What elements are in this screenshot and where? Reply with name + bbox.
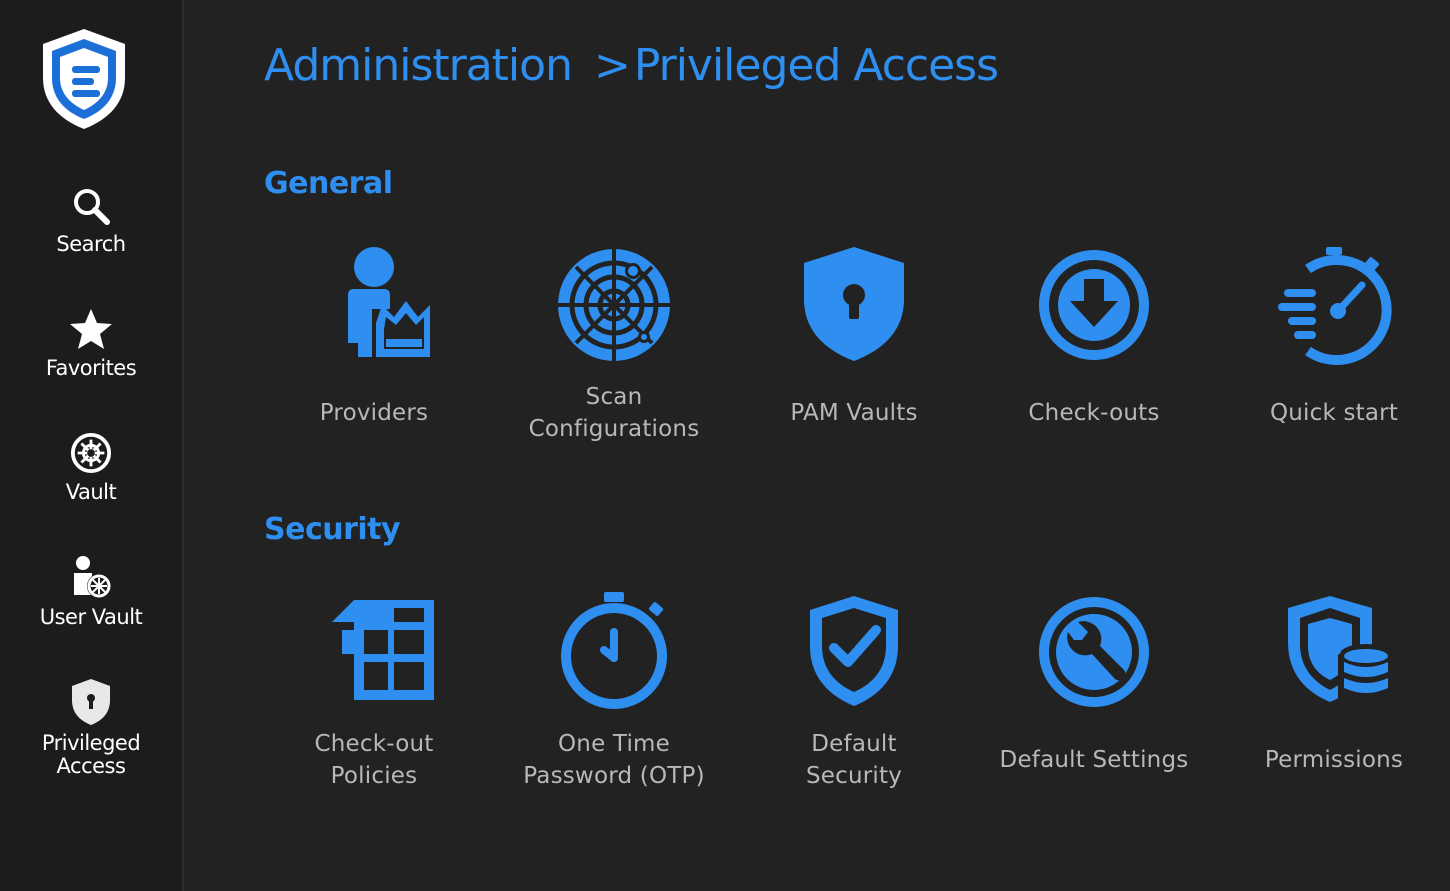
sidebar: Search Favorites Vault User Vault Privil… [0, 0, 184, 891]
stopwatch-speed-icon [1278, 247, 1392, 365]
sidebar-item-vault[interactable]: Vault [0, 432, 182, 504]
sidebar-item-label: Favorites [45, 356, 137, 380]
star-icon [70, 309, 112, 349]
tile-label: Check-outs [1028, 400, 1160, 426]
tile-label: One Time Password (OTP) [523, 731, 705, 789]
wrench-icon [1039, 597, 1149, 707]
tile-label: Quick start [1269, 400, 1399, 426]
tile-label: PAM Vaults [790, 400, 918, 426]
shield-lock-icon [72, 679, 110, 725]
sidebar-item-label: User Vault [39, 605, 143, 629]
breadcrumb-root[interactable]: Administration [264, 40, 573, 91]
tile-label: Permissions [1264, 747, 1404, 773]
breadcrumb-separator: > [593, 40, 631, 91]
sidebar-item-privileged-access[interactable]: Privileged Access [0, 678, 182, 778]
sidebar-item-favorites[interactable]: Favorites [0, 308, 182, 380]
shield-check-icon [810, 596, 898, 706]
provider-icon [348, 247, 430, 357]
sidebar-item-user-vault[interactable]: User Vault [0, 555, 182, 629]
search-icon [74, 189, 110, 225]
shield-database-icon [1288, 596, 1394, 708]
breadcrumb: Administration >Privileged Access [264, 38, 999, 94]
sidebar-item-label: Vault [65, 480, 117, 504]
tile-label: Scan Configurations [528, 384, 700, 442]
sidebar-item-label: Privileged Access [41, 731, 141, 778]
section-title-general: General [264, 166, 393, 201]
policy-grid-icon [332, 600, 434, 700]
shield-lock-icon [804, 247, 904, 361]
tile-label: Providers [319, 400, 429, 426]
breadcrumb-current: Privileged Access [633, 40, 999, 91]
vault-icon [70, 432, 112, 474]
radar-icon [558, 249, 670, 361]
app-logo-icon[interactable] [37, 26, 131, 132]
user-vault-icon [74, 556, 111, 598]
download-circle-icon [1039, 250, 1149, 360]
tile-label: Default Settings [999, 747, 1189, 773]
section-title-security: Security [264, 512, 401, 547]
tile-label: Default Security [805, 731, 903, 789]
sidebar-item-search[interactable]: Search [0, 186, 182, 256]
tile-label: Check-out Policies [314, 731, 434, 789]
sidebar-item-label: Search [56, 232, 126, 256]
timer-icon [561, 592, 667, 709]
